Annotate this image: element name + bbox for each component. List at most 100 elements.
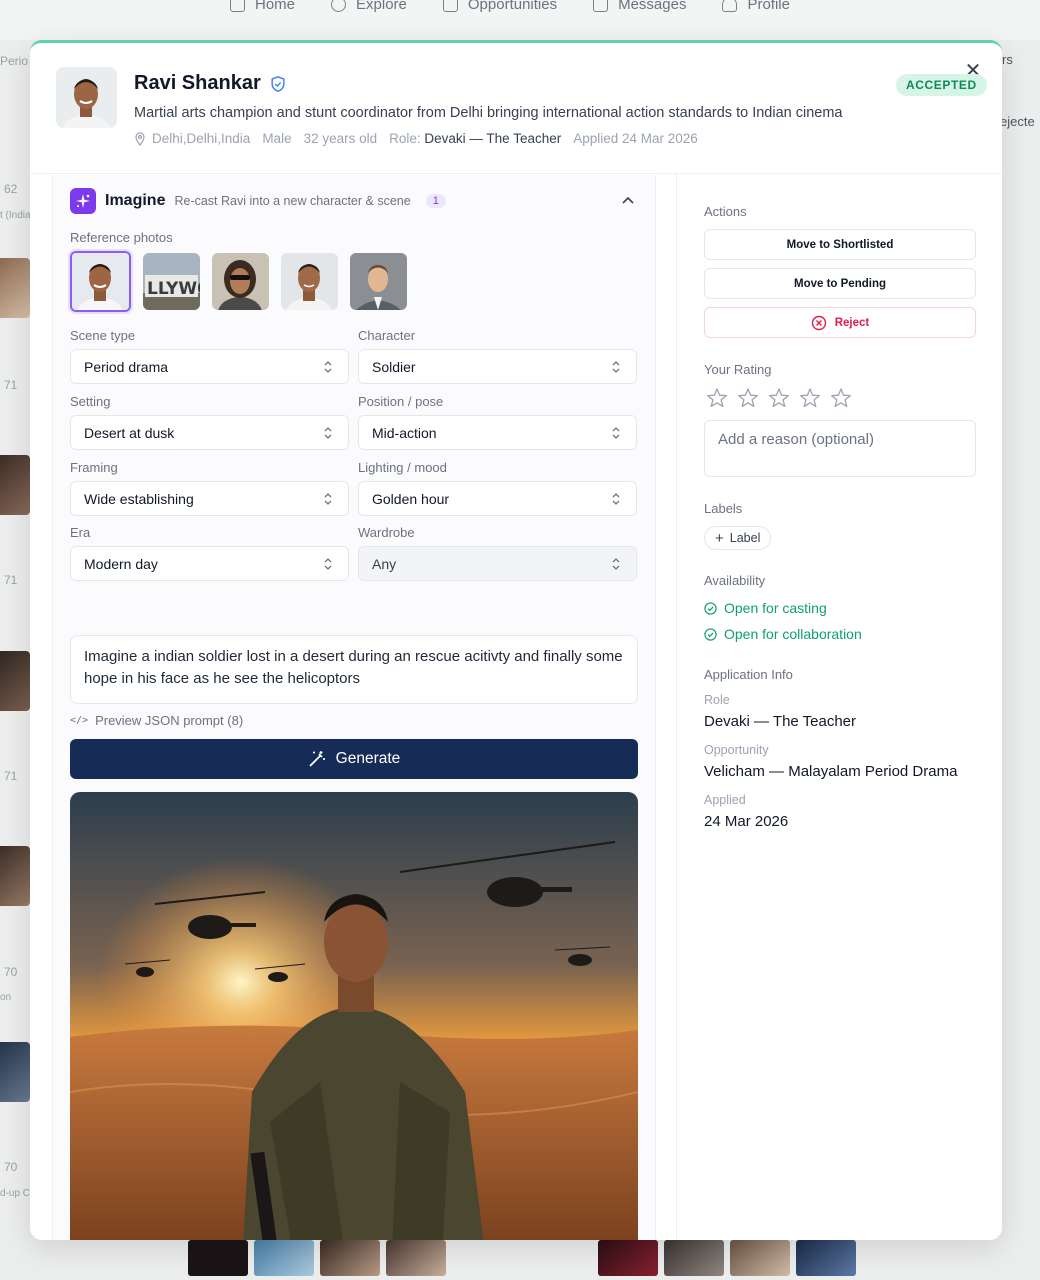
candidate-modal: ✕ ACCEPTED Ravi Shankar Martial arts cha… — [30, 40, 1002, 1240]
setting-label: Setting — [70, 394, 111, 409]
background-thumbnail-strip — [188, 1240, 446, 1280]
user-icon — [722, 0, 738, 12]
generated-image[interactable] — [70, 792, 638, 1240]
imagine-panel: Imagine Re-cast Ravi into a new characte… — [52, 175, 656, 1240]
reference-photo-4[interactable] — [281, 253, 338, 310]
rating-reason-input[interactable] — [704, 420, 976, 477]
pose-label: Position / pose — [358, 394, 444, 409]
wardrobe-label: Wardrobe — [358, 525, 415, 540]
reference-photos-label: Reference photos — [70, 230, 173, 245]
nav-messages[interactable]: Messages — [593, 0, 686, 13]
location-pin-icon — [135, 131, 145, 146]
application-info-title: Application Info — [704, 667, 793, 682]
check-circle-icon — [704, 601, 717, 615]
magic-wand-icon — [309, 751, 325, 767]
home-icon — [230, 0, 245, 12]
profile-header: Ravi Shankar Martial arts champion and s… — [56, 67, 886, 146]
character-label: Character — [358, 328, 416, 343]
verified-shield-icon — [271, 75, 285, 92]
chevron-up-icon[interactable] — [621, 195, 635, 205]
info-applied-value: 24 Mar 2026 — [704, 813, 789, 830]
imagine-title: Imagine — [105, 192, 166, 209]
star-icon[interactable] — [830, 387, 852, 409]
candidate-role: Role: Devaki — The Teacher — [389, 131, 562, 146]
chevron-updown-icon — [612, 427, 620, 439]
chevron-updown-icon — [612, 493, 620, 505]
rating-title: Your Rating — [704, 362, 772, 377]
wardrobe-select[interactable]: Any — [358, 546, 637, 581]
candidate-gender: Male — [262, 131, 292, 146]
candidate-age: 32 years old — [303, 131, 378, 146]
background-right-column: rs ejecte — [1000, 52, 1035, 129]
reference-photo-5[interactable] — [350, 253, 407, 310]
reference-photo-3[interactable] — [212, 253, 269, 310]
move-to-pending-button[interactable]: Move to Pending — [704, 268, 976, 299]
scene-prompt-textarea[interactable]: Imagine a indian soldier lost in a deser… — [70, 635, 638, 704]
info-role-value: Devaki — The Teacher — [704, 713, 857, 730]
availability-item: Open for collaboration — [704, 626, 862, 642]
actions-title: Actions — [704, 204, 747, 219]
candidate-name: Ravi Shankar — [134, 72, 261, 94]
chevron-updown-icon — [324, 427, 332, 439]
header-divider — [30, 173, 1002, 174]
star-icon[interactable] — [706, 387, 728, 409]
compass-icon — [331, 0, 347, 12]
preview-json-link[interactable]: </> Preview JSON prompt (8) — [70, 713, 243, 728]
status-badge: ACCEPTED — [896, 74, 987, 96]
candidate-meta: Delhi,Delhi,India Male 32 years old Role… — [134, 131, 698, 146]
candidate-bio: Martial arts champion and stunt coordina… — [134, 105, 843, 121]
x-circle-icon — [811, 315, 826, 330]
star-icon[interactable] — [799, 387, 821, 409]
background-thumbnail-strip-2 — [598, 1240, 856, 1280]
info-opportunity-key: Opportunity — [704, 743, 769, 757]
scene-type-select[interactable]: Period drama — [70, 349, 349, 384]
era-select[interactable]: Modern day — [70, 546, 349, 581]
reference-photo-1[interactable] — [70, 251, 131, 312]
imagine-count-badge: 1 — [425, 194, 446, 208]
framing-select[interactable]: Wide establishing — [70, 481, 349, 516]
labels-title: Labels — [704, 501, 743, 516]
setting-select[interactable]: Desert at dusk — [70, 415, 349, 450]
imagine-subtitle: Re-cast Ravi into a new character & scen… — [174, 194, 411, 208]
info-role-key: Role — [704, 693, 730, 707]
reference-photo-2[interactable]: LLYWO — [143, 253, 200, 310]
framing-label: Framing — [70, 460, 118, 475]
lighting-select[interactable]: Golden hour — [358, 481, 637, 516]
lighting-label: Lighting / mood — [358, 460, 447, 475]
candidate-location: Delhi,Delhi,India — [152, 131, 251, 146]
reject-button[interactable]: Reject — [704, 307, 976, 338]
avatar — [56, 67, 117, 128]
add-label-button[interactable]: + Label — [704, 526, 772, 550]
scene-type-label: Scene type — [70, 328, 136, 343]
sparkle-icon — [70, 188, 96, 214]
star-icon[interactable] — [768, 387, 790, 409]
nav-profile[interactable]: Profile — [722, 0, 790, 13]
star-icon[interactable] — [737, 387, 759, 409]
svg-text:LLYWO: LLYWO — [147, 279, 200, 299]
background-left-column: Perio 62 t (India 71 71 71 70 on 70 d-up… — [0, 54, 31, 1199]
info-opportunity-value: Velicham — Malayalam Period Drama — [704, 763, 958, 780]
code-icon: </> — [70, 715, 89, 726]
move-to-shortlisted-button[interactable]: Move to Shortlisted — [704, 229, 976, 260]
check-circle-icon — [704, 627, 717, 641]
nav-opportunities[interactable]: Opportunities — [442, 0, 557, 13]
character-select[interactable]: Soldier — [358, 349, 637, 384]
chevron-updown-icon — [324, 493, 332, 505]
message-icon — [593, 0, 609, 12]
pose-select[interactable]: Mid-action — [358, 415, 637, 450]
nav-home[interactable]: Home — [230, 0, 295, 13]
briefcase-icon — [442, 0, 458, 12]
generate-button[interactable]: Generate — [70, 739, 638, 779]
availability-item: Open for casting — [704, 600, 827, 616]
reference-photos: LLYWO — [70, 251, 407, 312]
nav-explore[interactable]: Explore — [331, 0, 407, 13]
star-rating — [706, 387, 852, 409]
background-nav: Home Explore Opportunities Messages Prof… — [0, 0, 1040, 40]
chevron-updown-icon — [324, 558, 332, 570]
chevron-updown-icon — [324, 361, 332, 373]
info-applied-key: Applied — [704, 793, 746, 807]
imagine-header: Imagine Re-cast Ravi into a new characte… — [70, 188, 446, 214]
chevron-updown-icon — [612, 361, 620, 373]
chevron-updown-icon — [612, 558, 620, 570]
column-divider — [676, 174, 677, 1240]
